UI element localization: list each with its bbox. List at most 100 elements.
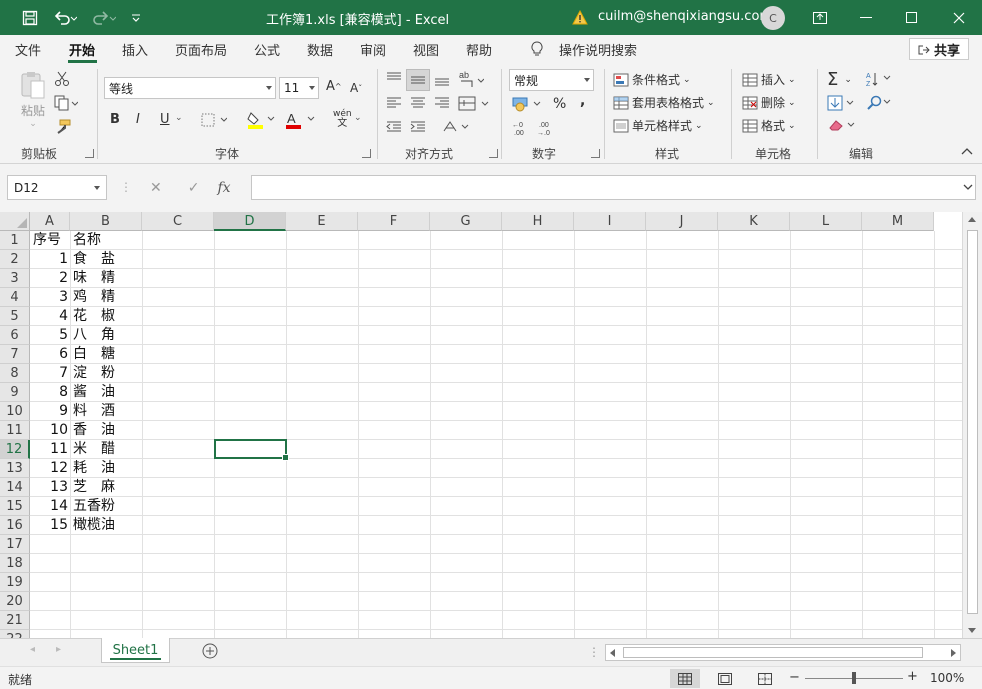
row-header-3[interactable]: 3 [0,269,30,288]
cell-a11[interactable]: 10 [31,421,71,440]
fill-color-button[interactable] [247,111,275,129]
row-header-17[interactable]: 17 [0,535,30,554]
tell-me-search[interactable]: 操作说明搜索 [559,40,637,59]
zoom-out-icon[interactable]: − [789,670,800,685]
zoom-slider-thumb[interactable] [852,672,856,684]
row-header-19[interactable]: 19 [0,573,30,592]
row-header-14[interactable]: 14 [0,478,30,497]
scroll-up-icon[interactable] [968,217,976,222]
row-header-4[interactable]: 4 [0,288,30,307]
row-header-22[interactable]: 22 [0,630,30,638]
cell-b3[interactable]: 味 精 [73,269,143,288]
format-as-table-button[interactable]: 套用表格格式 ⌄ [613,94,715,111]
row-header-21[interactable]: 21 [0,611,30,630]
cell-b15[interactable]: 五香粉 [73,497,143,516]
decrease-decimal-button[interactable]: .00 →.0 [536,120,554,136]
horizontal-scroll-thumb[interactable] [623,647,923,658]
page-break-view-button[interactable] [750,669,780,688]
copy-button[interactable] [54,95,78,111]
increase-font-size-button[interactable]: A ^ [326,79,342,94]
number-format-dropdown[interactable]: 常规 [509,69,594,91]
cell-b5[interactable]: 花 椒 [73,307,143,326]
bottom-align-button[interactable] [433,71,451,87]
cell-a14[interactable]: 13 [31,478,71,497]
font-launcher-icon[interactable] [362,149,371,158]
find-select-button[interactable] [866,95,892,111]
undo-icon[interactable] [50,0,80,35]
prev-sheet-icon[interactable]: ◂ [30,644,35,655]
customize-toolbar-icon[interactable] [128,0,144,35]
column-header-g[interactable]: G [430,212,502,231]
cut-button[interactable] [54,71,70,87]
merge-center-button[interactable] [458,96,492,112]
cell-a3[interactable]: 2 [31,269,71,288]
minimize-icon[interactable] [852,0,880,35]
cell-b10[interactable]: 料 酒 [73,402,143,421]
row-header-7[interactable]: 7 [0,345,30,364]
cell-b1[interactable]: 名称 [73,231,143,250]
bold-button[interactable]: B [110,112,120,127]
row-header-18[interactable]: 18 [0,554,30,573]
top-align-button[interactable] [385,71,403,87]
tab-insert[interactable]: 插入 [122,40,148,59]
column-header-c[interactable]: C [142,212,214,231]
clipboard-launcher-icon[interactable] [85,149,94,158]
select-all-button[interactable] [0,212,30,231]
tab-home[interactable]: 开始 [69,40,95,59]
ribbon-display-options-icon[interactable] [806,0,834,35]
cell-a12[interactable]: 11 [31,440,71,459]
underline-button[interactable]: U [160,112,170,127]
avatar[interactable]: C [761,6,785,30]
row-header-1[interactable]: 1 [0,231,30,250]
cell-b6[interactable]: 八 角 [73,326,143,345]
cell-b11[interactable]: 香 油 [73,421,143,440]
enter-icon[interactable]: ✓ [188,180,200,196]
vertical-scrollbar[interactable] [962,212,982,638]
number-launcher-icon[interactable] [591,149,600,158]
cell-a6[interactable]: 5 [31,326,71,345]
tab-split-grip-icon[interactable]: ⋮ [588,645,600,659]
column-header-b[interactable]: B [70,212,142,231]
scroll-down-icon[interactable] [968,628,976,633]
redo-icon[interactable] [88,0,120,35]
column-header-j[interactable]: J [646,212,718,231]
tab-review[interactable]: 审阅 [360,40,386,59]
cell-b12[interactable]: 米 醋 [73,440,143,459]
cell-a5[interactable]: 4 [31,307,71,326]
expand-formula-bar-icon[interactable] [963,183,973,191]
share-button[interactable]: 共享 [909,38,969,60]
row-header-12[interactable]: 12 [0,440,30,459]
borders-button[interactable] [201,113,227,127]
user-email[interactable]: cuilm@shenqixiangsu.com [598,9,772,24]
increase-decimal-button[interactable]: ←0.00 [511,120,529,136]
cell-a4[interactable]: 3 [31,288,71,307]
column-header-m[interactable]: M [862,212,934,231]
row-header-20[interactable]: 20 [0,592,30,611]
format-painter-button[interactable] [54,119,72,135]
font-color-button[interactable]: A [285,111,315,129]
selected-cell-d12[interactable] [214,439,289,461]
row-header-10[interactable]: 10 [0,402,30,421]
column-header-h[interactable]: H [502,212,574,231]
cell-styles-button[interactable]: 单元格样式 ⌄ [613,117,703,134]
tab-page-layout[interactable]: 页面布局 [175,40,227,59]
tab-formulas[interactable]: 公式 [254,40,280,59]
formula-input[interactable] [251,175,976,200]
alignment-launcher-icon[interactable] [489,149,498,158]
font-size-dropdown[interactable]: 11 [279,77,319,99]
cell-b4[interactable]: 鸡 精 [73,288,143,307]
column-header-i[interactable]: I [574,212,646,231]
row-header-5[interactable]: 5 [0,307,30,326]
row-header-2[interactable]: 2 [0,250,30,269]
orientation-button[interactable]: ab [458,69,484,89]
phonetic-guide-button[interactable]: wén 文 [333,109,352,129]
cell-b8[interactable]: 淀 粉 [73,364,143,383]
cell-b9[interactable]: 酱 油 [73,383,143,402]
cell-a9[interactable]: 8 [31,383,71,402]
cell-b13[interactable]: 耗 油 [73,459,143,478]
row-header-6[interactable]: 6 [0,326,30,345]
accounting-format-button[interactable] [512,96,544,112]
next-sheet-icon[interactable]: ▸ [56,644,61,655]
collapse-ribbon-icon[interactable] [961,147,973,155]
maximize-icon[interactable] [898,0,926,35]
